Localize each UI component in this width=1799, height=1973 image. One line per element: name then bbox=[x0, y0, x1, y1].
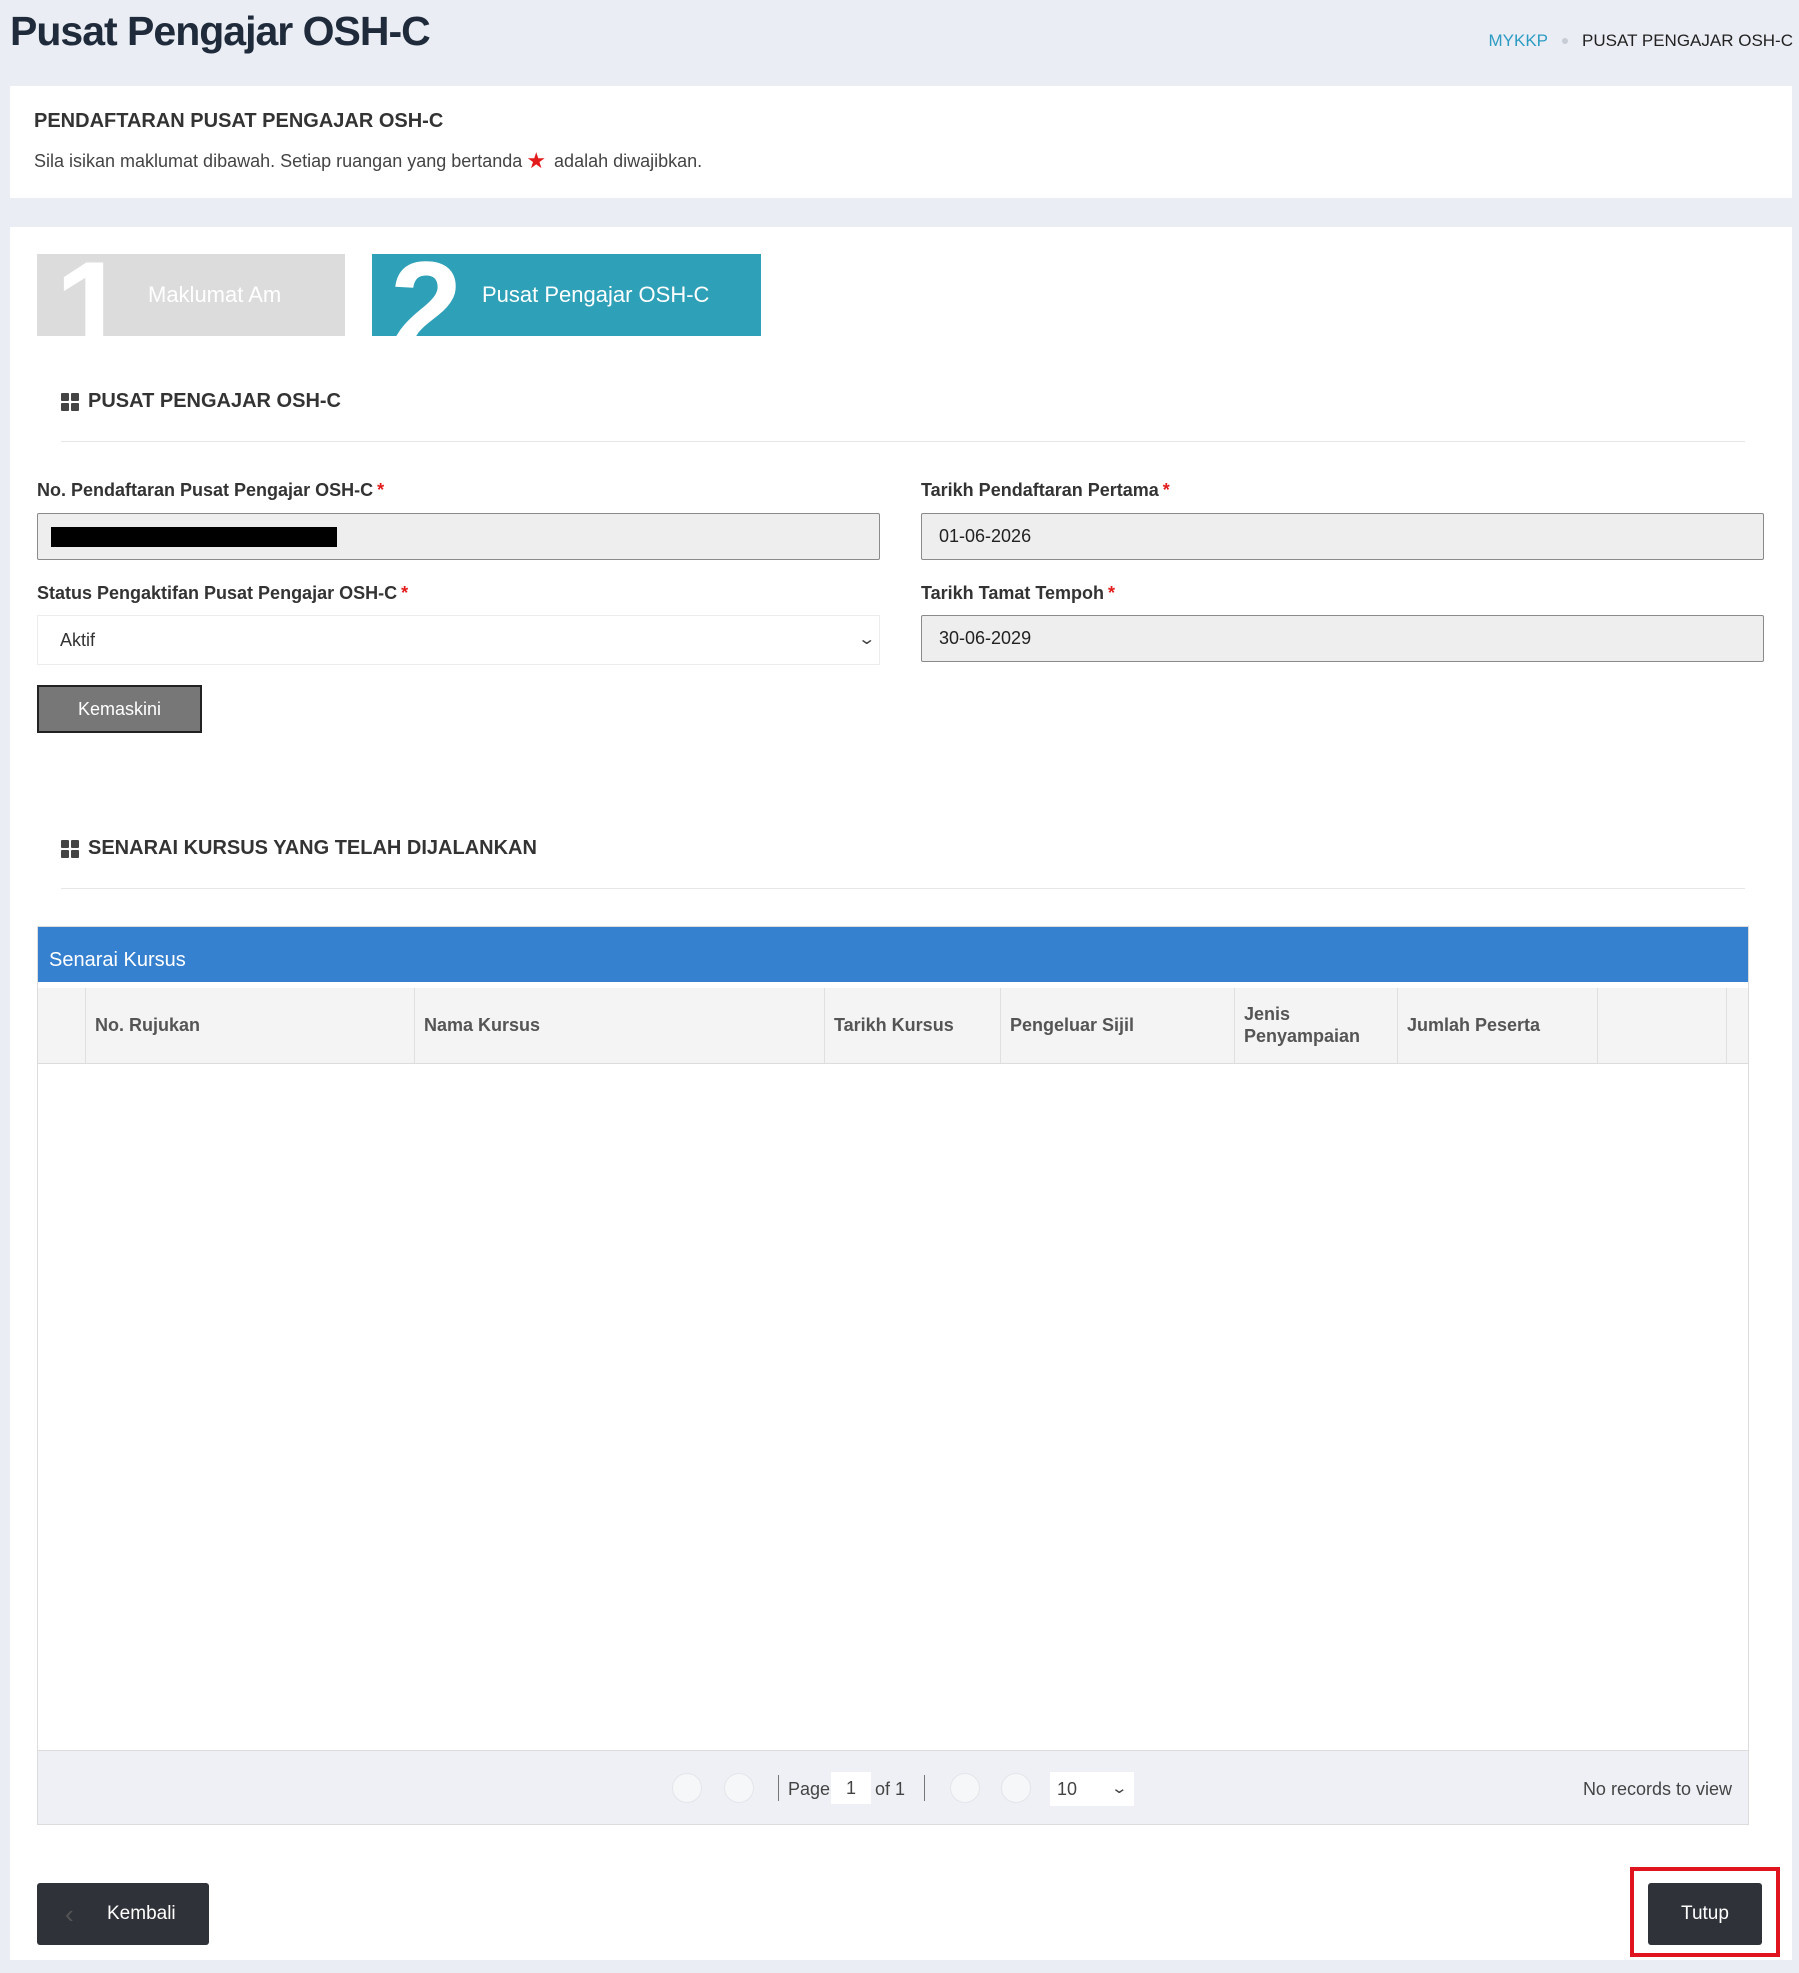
grid-caption: Senarai Kursus bbox=[38, 927, 1748, 982]
status-select[interactable]: Aktif ⌄ bbox=[37, 615, 880, 665]
status-label-text: Status Pengaktifan Pusat Pengajar OSH-C bbox=[37, 583, 398, 603]
section-title-text: SENARAI KURSUS YANG TELAH DIJALANKAN bbox=[88, 837, 537, 859]
required-star-icon: ★ bbox=[526, 148, 547, 173]
close-button-highlight: Tutup bbox=[1630, 1867, 1780, 1957]
next-page-icon[interactable] bbox=[950, 1773, 980, 1803]
close-button[interactable]: Tutup bbox=[1648, 1883, 1762, 1945]
breadcrumb-link-mykkp[interactable]: MYKKP bbox=[1489, 31, 1549, 51]
grid-icon bbox=[61, 392, 79, 411]
pager-page-label: Page bbox=[788, 1779, 831, 1799]
section-title-pusat-pengajar: PUSAT PENGAJAR OSH-C bbox=[61, 390, 341, 413]
expiry-date-value: 30-06-2029 bbox=[939, 628, 1032, 648]
prev-page-icon[interactable] bbox=[724, 1773, 754, 1803]
chevron-down-icon: ⌄ bbox=[1110, 1780, 1129, 1797]
pager-separator bbox=[778, 1775, 779, 1801]
step-maklumat-am[interactable]: 1 Maklumat Am bbox=[37, 254, 345, 336]
step-label: Maklumat Am bbox=[148, 282, 282, 307]
section-title-senarai-kursus: SENARAI KURSUS YANG TELAH DIJALANKAN bbox=[61, 837, 537, 860]
expiry-label-text: Tarikh Tamat Tempoh bbox=[921, 583, 1105, 603]
status-select-value: Aktif bbox=[60, 630, 96, 650]
grid-header-jenis-penyampaian[interactable]: Jenis Penyampaian bbox=[1235, 988, 1398, 1063]
grid-header-rownum bbox=[38, 988, 86, 1063]
first-reg-label-text: Tarikh Pendaftaran Pertama bbox=[921, 480, 1159, 500]
grid-header: No. Rujukan Nama Kursus Tarikh Kursus Pe… bbox=[38, 988, 1748, 1064]
required-mark: * bbox=[1108, 583, 1116, 603]
first-reg-label: Tarikh Pendaftaran Pertama * bbox=[921, 480, 1170, 501]
update-button[interactable]: Kemaskini bbox=[37, 685, 202, 733]
reg-no-label-text: No. Pendaftaran Pusat Pengajar OSH-C bbox=[37, 480, 374, 500]
chevron-left-icon: ‹ bbox=[65, 1899, 74, 1929]
section-title-text: PUSAT PENGAJAR OSH-C bbox=[88, 390, 341, 412]
intro-text-before: Sila isikan maklumat dibawah. Setiap rua… bbox=[34, 150, 523, 171]
section-divider bbox=[61, 888, 1745, 889]
grid-header-jumlah-peserta[interactable]: Jumlah Peserta bbox=[1398, 988, 1598, 1063]
grid-header-pengeluar-sijil[interactable]: Pengeluar Sijil bbox=[1001, 988, 1235, 1063]
required-mark: * bbox=[377, 480, 385, 500]
grid-icon bbox=[61, 839, 79, 858]
intro-card: PENDAFTARAN PUSAT PENGAJAR OSH-C Sila is… bbox=[10, 86, 1792, 198]
required-mark: * bbox=[1162, 480, 1170, 500]
reg-no-field[interactable] bbox=[37, 513, 880, 560]
first-page-icon[interactable] bbox=[672, 1773, 702, 1803]
page-size-select[interactable]: 10 ⌄ bbox=[1050, 1772, 1134, 1806]
grid-header-actions bbox=[1598, 988, 1727, 1063]
intro-text: Sila isikan maklumat dibawah. Setiap rua… bbox=[34, 150, 702, 172]
step-pusat-pengajar[interactable]: 2 Pusat Pengajar OSH-C bbox=[372, 254, 761, 336]
course-grid: Senarai Kursus No. Rujukan Nama Kursus T… bbox=[37, 926, 1749, 1825]
status-label: Status Pengaktifan Pusat Pengajar OSH-C * bbox=[37, 583, 408, 604]
page-size-value: 10 bbox=[1057, 1779, 1078, 1799]
pager-separator bbox=[924, 1775, 925, 1801]
breadcrumb-separator bbox=[1562, 38, 1569, 44]
step-number: 1 bbox=[55, 254, 128, 336]
grid-pager: Page 1 of 1 10 ⌄ No records to view bbox=[38, 1750, 1748, 1824]
last-page-icon[interactable] bbox=[1001, 1773, 1031, 1803]
page-number-input[interactable]: 1 bbox=[831, 1772, 871, 1804]
grid-header-nama-kursus[interactable]: Nama Kursus bbox=[415, 988, 825, 1063]
grid-header-tarikh-kursus[interactable]: Tarikh Kursus bbox=[825, 988, 1001, 1063]
back-button-label: Kembali bbox=[107, 1903, 176, 1924]
section-divider bbox=[61, 441, 1745, 442]
expiry-date-field[interactable]: 30-06-2029 bbox=[921, 615, 1764, 662]
chevron-down-icon: ⌄ bbox=[856, 631, 876, 648]
step-number: 2 bbox=[390, 254, 463, 336]
intro-text-after: adalah diwajibkan. bbox=[554, 150, 703, 171]
breadcrumb: MYKKP PUSAT PENGAJAR OSH-C bbox=[1489, 31, 1794, 51]
expiry-label: Tarikh Tamat Tempoh * bbox=[921, 583, 1115, 604]
required-mark: * bbox=[401, 583, 409, 603]
first-reg-date-value: 01-06-2026 bbox=[939, 526, 1032, 546]
first-reg-date-field[interactable]: 01-06-2026 bbox=[921, 513, 1764, 560]
back-button[interactable]: ‹ Kembali bbox=[37, 1883, 209, 1945]
intro-heading: PENDAFTARAN PUSAT PENGAJAR OSH-C bbox=[34, 110, 444, 132]
pager-of-label: of 1 bbox=[875, 1779, 906, 1799]
grid-header-no-rujukan[interactable]: No. Rujukan bbox=[86, 988, 415, 1063]
main-card: 1 Maklumat Am 2 Pusat Pengajar OSH-C PUS… bbox=[10, 227, 1792, 1960]
step-label: Pusat Pengajar OSH-C bbox=[482, 282, 710, 307]
reg-no-label: No. Pendaftaran Pusat Pengajar OSH-C * bbox=[37, 480, 384, 501]
records-status: No records to view bbox=[1582, 1779, 1732, 1799]
page-title: Pusat Pengajar OSH-C bbox=[10, 8, 431, 54]
breadcrumb-current: PUSAT PENGAJAR OSH-C bbox=[1582, 31, 1793, 50]
redacted-block bbox=[51, 527, 337, 547]
